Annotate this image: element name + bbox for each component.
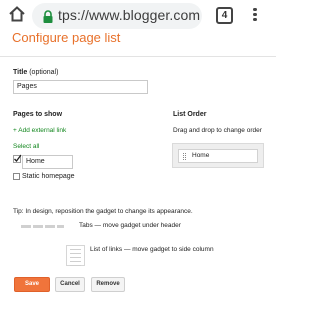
- lock-icon: [43, 10, 53, 23]
- optional-note: (optional): [29, 69, 59, 76]
- home-icon[interactable]: [7, 4, 27, 24]
- order-item-home[interactable]: Home: [178, 149, 258, 163]
- remove-button[interactable]: Remove: [91, 277, 125, 292]
- drag-handle-icon[interactable]: [183, 153, 186, 160]
- title-field-label: Title (optional): [13, 69, 58, 76]
- list-layout-icon: [66, 245, 85, 266]
- order-item-label: Home: [192, 152, 210, 159]
- list-order-heading-text: List Order: [173, 111, 207, 118]
- select-all-link[interactable]: Select all: [13, 143, 39, 150]
- tabs-layout-icon: [33, 225, 43, 228]
- title-input[interactable]: Pages: [13, 80, 148, 94]
- pages-heading-text: Pages to show: [13, 111, 63, 118]
- cancel-button[interactable]: Cancel: [55, 277, 85, 292]
- tabs-layout-text: Tabs — move gadget under header: [79, 222, 181, 229]
- tabs-layout-icon: [45, 225, 55, 228]
- page-item-static-homepage: Static homepage: [22, 173, 75, 180]
- tabs-layout-icon: [21, 225, 31, 228]
- list-order-box: Home: [172, 143, 264, 168]
- title-divider: [0, 56, 276, 57]
- save-button[interactable]: Save: [14, 277, 50, 292]
- tabs-layout-icon: [57, 225, 64, 228]
- page-item-home[interactable]: Home: [22, 155, 73, 169]
- tip-text: Tip: In design, reposition the gadget to…: [13, 208, 193, 215]
- tab-switcher-button[interactable]: 4: [216, 7, 233, 24]
- page-title: Configure page list: [12, 33, 121, 45]
- title-strip: Configure page list: [0, 33, 276, 48]
- more-vert-icon[interactable]: [252, 6, 258, 26]
- add-external-link[interactable]: + Add external link: [13, 127, 66, 134]
- title-label-text: Title: [13, 69, 28, 76]
- browser-toolbar: tps://www.blogger.com 4: [0, 0, 276, 33]
- list-order-hint: Drag and drop to change order: [173, 127, 262, 134]
- list-order-heading: List Order: [173, 111, 206, 118]
- url-text: tps://www.blogger.com: [58, 7, 201, 23]
- checkbox-static-homepage[interactable]: [13, 173, 20, 180]
- pages-to-show-heading: Pages to show: [13, 111, 62, 118]
- address-bar[interactable]: tps://www.blogger.com: [32, 3, 202, 29]
- checkbox-home[interactable]: [13, 154, 22, 163]
- list-layout-text: List of links — move gadget to side colu…: [90, 246, 214, 253]
